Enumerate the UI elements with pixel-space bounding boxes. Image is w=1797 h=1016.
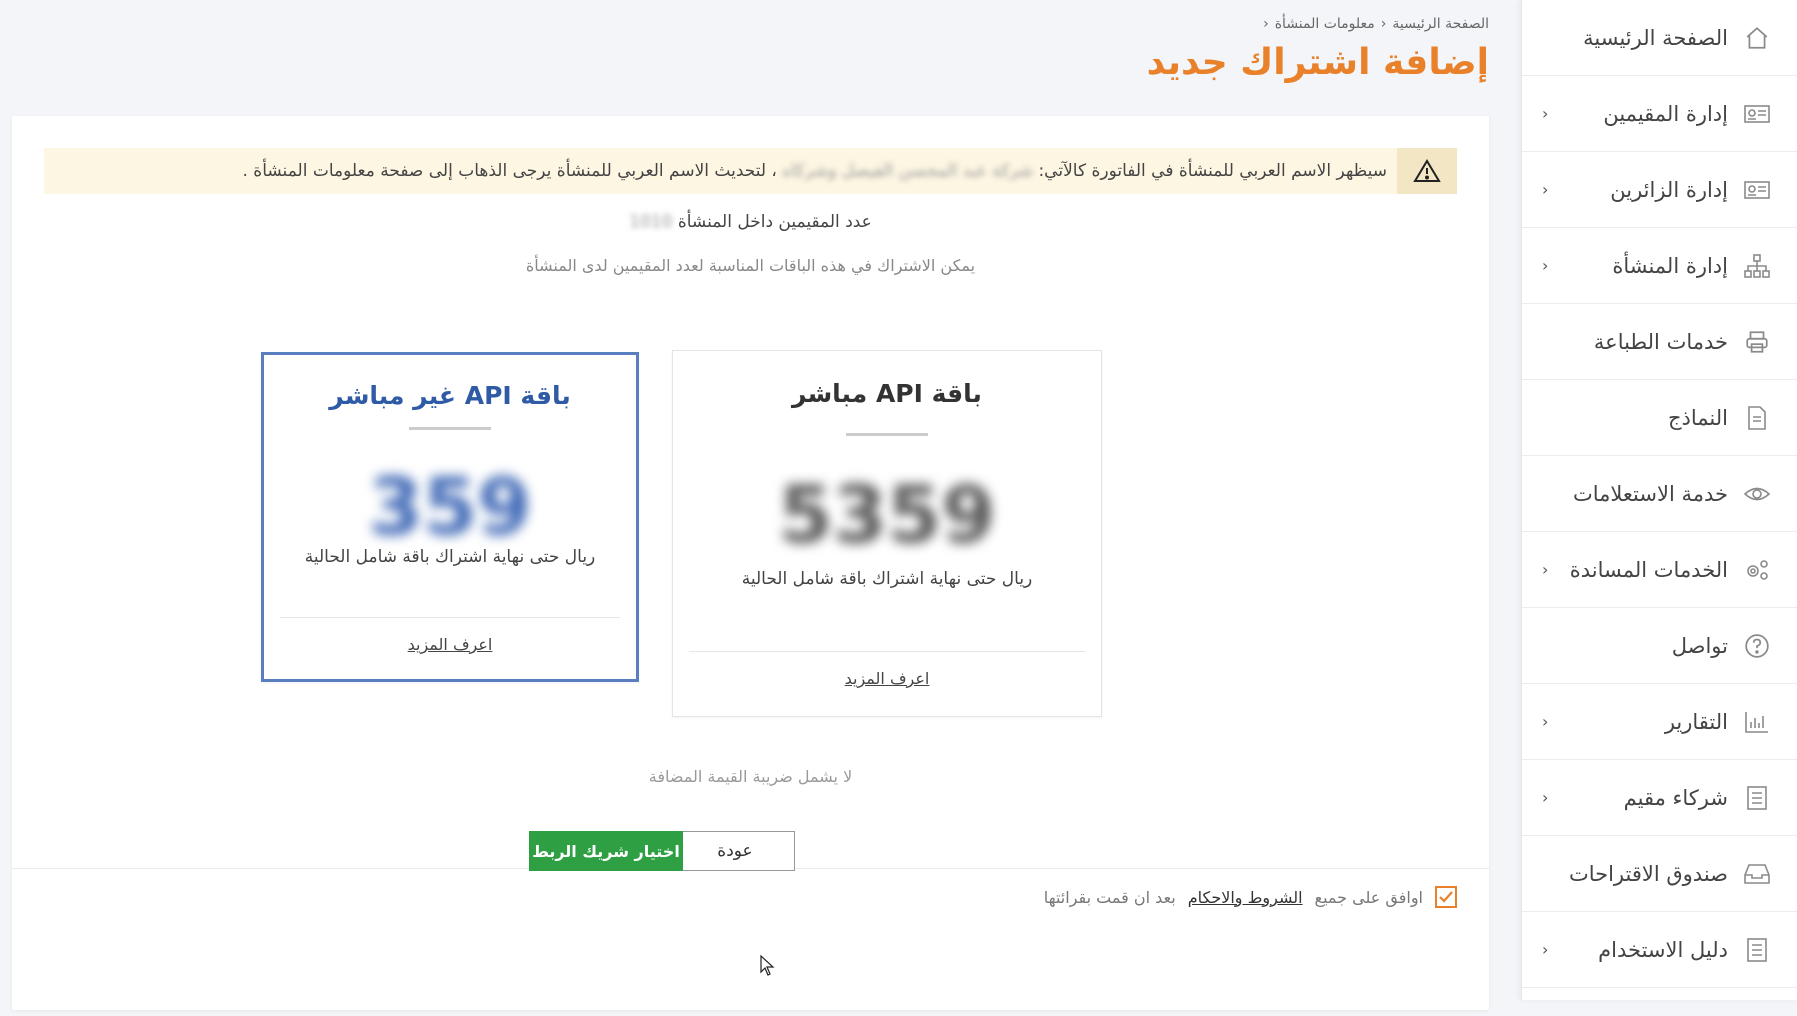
sidebar-item-reports[interactable]: التقارير ‹ bbox=[1522, 684, 1797, 760]
subscription-card: سيظهر الاسم العربي للمنشأة في الفاتورة ك… bbox=[12, 116, 1489, 1010]
sidebar-item-label: الصفحة الرئيسية bbox=[1583, 25, 1728, 50]
id-card-icon bbox=[1742, 175, 1772, 205]
sidebar-item-label: الخدمات المساندة bbox=[1569, 557, 1728, 582]
divider bbox=[280, 617, 620, 618]
breadcrumb-home[interactable]: الصفحة الرئيسية bbox=[1392, 16, 1489, 32]
chevron-left-icon: ‹ bbox=[1542, 256, 1549, 275]
terms-link[interactable]: الشروط والاحكام bbox=[1188, 888, 1303, 907]
notice-text: سيظهر الاسم العربي للمنشأة في الفاتورة ك… bbox=[243, 161, 1398, 181]
home-icon bbox=[1742, 23, 1772, 53]
package-card-api-direct[interactable]: باقة API مباشر 5359 ريال حتى نهاية اشترا… bbox=[672, 350, 1102, 717]
sidebar-item-label: خدمة الاستعلامات bbox=[1572, 481, 1728, 506]
package-price: 359 bbox=[368, 463, 532, 553]
inbox-icon bbox=[1742, 859, 1772, 889]
sidebar-item-residents[interactable]: إدارة المقيمين ‹ bbox=[1522, 76, 1797, 152]
notice-text-after: ، لتحديث الاسم العربي للمنشأة يرجى الذها… bbox=[242, 161, 777, 181]
chevron-left-icon: ‹ bbox=[1542, 560, 1549, 579]
terms-agreement: اوافق على جميع الشروط والاحكام بعد ان قم… bbox=[1044, 886, 1457, 908]
establishment-arabic-name: شركة عبد المحسن الفيصل وشركاه bbox=[782, 161, 1034, 181]
eye-icon bbox=[1742, 479, 1772, 509]
sidebar-item-label: النماذج bbox=[1667, 405, 1728, 430]
chevron-left-icon: ‹ bbox=[1263, 16, 1269, 32]
warning-icon bbox=[1397, 148, 1457, 194]
notice-text-before: سيظهر الاسم العربي للمنشأة في الفاتورة ك… bbox=[1038, 161, 1387, 181]
sidebar-item-label: دليل الاستخدام bbox=[1598, 937, 1728, 962]
learn-more-link[interactable]: اعرف المزيد bbox=[673, 669, 1101, 688]
gears-icon bbox=[1742, 555, 1772, 585]
sidebar-item-inquiries[interactable]: خدمة الاستعلامات bbox=[1522, 456, 1797, 532]
invoice-name-notice: سيظهر الاسم العربي للمنشأة في الفاتورة ك… bbox=[44, 148, 1457, 194]
sidebar-item-label: خدمات الطباعة bbox=[1593, 329, 1728, 354]
terms-prefix: اوافق على جميع bbox=[1314, 887, 1423, 907]
sidebar-item-printing[interactable]: خدمات الطباعة bbox=[1522, 304, 1797, 380]
sidebar-item-forms[interactable]: النماذج bbox=[1522, 380, 1797, 456]
package-title: باقة API غير مباشر bbox=[329, 381, 571, 410]
sidebar-item-label: تواصل bbox=[1671, 633, 1728, 658]
page-title: إضافة اشتراك جديد bbox=[1146, 42, 1489, 83]
chevron-left-icon: ‹ bbox=[1542, 788, 1549, 807]
chevron-left-icon: ‹ bbox=[1542, 940, 1549, 959]
breadcrumb: الصفحة الرئيسية ‹ معلومات المنشأة ‹ bbox=[1263, 16, 1489, 32]
residents-count-label: عدد المقيمين داخل المنشأة bbox=[677, 212, 872, 232]
sidebar-item-label: شركاء مقيم bbox=[1623, 785, 1728, 810]
sidebar: الصفحة الرئيسية إدارة المقيمين ‹ إدارة ا… bbox=[1521, 0, 1797, 1000]
chevron-left-icon: ‹ bbox=[1542, 104, 1549, 123]
learn-more-link[interactable]: اعرف المزيد bbox=[264, 635, 636, 654]
sidebar-item-user-guide[interactable]: دليل الاستخدام ‹ bbox=[1522, 912, 1797, 988]
mouse-cursor-icon bbox=[760, 954, 776, 983]
chevron-left-icon: ‹ bbox=[1380, 16, 1387, 32]
choose-partner-button[interactable]: اختيار شريك الربط bbox=[529, 831, 683, 871]
sidebar-item-visitors[interactable]: إدارة الزائرين ‹ bbox=[1522, 152, 1797, 228]
sidebar-item-support-services[interactable]: الخدمات المساندة ‹ bbox=[1522, 532, 1797, 608]
residents-count-line: عدد المقيمين داخل المنشأة 1010 bbox=[12, 212, 1489, 232]
list-icon bbox=[1742, 783, 1772, 813]
sidebar-item-label: إدارة الزائرين bbox=[1610, 177, 1728, 202]
sidebar-item-suggestions[interactable]: صندوق الاقتراحات bbox=[1522, 836, 1797, 912]
terms-checkbox[interactable] bbox=[1435, 886, 1457, 908]
residents-count-value: 1010 bbox=[629, 212, 673, 232]
sidebar-item-label: التقارير bbox=[1664, 709, 1728, 734]
id-card-icon bbox=[1742, 99, 1772, 129]
divider bbox=[409, 427, 491, 430]
terms-suffix: بعد ان قمت بقرائتها bbox=[1043, 887, 1176, 907]
sidebar-item-label: صندوق الاقتراحات bbox=[1568, 861, 1728, 886]
printer-icon bbox=[1742, 327, 1772, 357]
back-button[interactable]: عودة bbox=[675, 831, 795, 871]
sidebar-item-establishment[interactable]: إدارة المنشأة ‹ bbox=[1522, 228, 1797, 304]
packages-subtitle: يمكن الاشتراك في هذه الباقات المناسبة لع… bbox=[525, 256, 976, 275]
package-price-description: ريال حتى نهاية اشتراك باقة شامل الحالية bbox=[741, 569, 1033, 589]
org-chart-icon bbox=[1742, 251, 1772, 281]
sidebar-item-contact[interactable]: تواصل bbox=[1522, 608, 1797, 684]
vat-note: لا يشمل ضريبة القيمة المضافة bbox=[648, 767, 853, 786]
divider bbox=[689, 651, 1085, 652]
package-price: 5359 bbox=[778, 471, 996, 561]
help-icon bbox=[1742, 631, 1772, 661]
sidebar-item-label: إدارة المقيمين bbox=[1603, 101, 1728, 126]
chevron-left-icon: ‹ bbox=[1542, 712, 1549, 731]
sidebar-item-partners[interactable]: شركاء مقيم ‹ bbox=[1522, 760, 1797, 836]
package-price-description: ريال حتى نهاية اشتراك باقة شامل الحالية bbox=[304, 547, 596, 567]
book-icon bbox=[1742, 935, 1772, 965]
sidebar-item-label: إدارة المنشأة bbox=[1612, 253, 1728, 278]
document-icon bbox=[1742, 403, 1772, 433]
chevron-left-icon: ‹ bbox=[1542, 180, 1549, 199]
package-card-api-indirect[interactable]: باقة API غير مباشر 359 ريال حتى نهاية اش… bbox=[261, 352, 639, 682]
package-title: باقة API مباشر bbox=[792, 379, 982, 408]
sidebar-item-home[interactable]: الصفحة الرئيسية bbox=[1522, 0, 1797, 76]
breadcrumb-establishment-info[interactable]: معلومات المنشأة bbox=[1275, 16, 1375, 32]
bar-chart-icon bbox=[1742, 707, 1772, 737]
divider bbox=[846, 433, 928, 436]
